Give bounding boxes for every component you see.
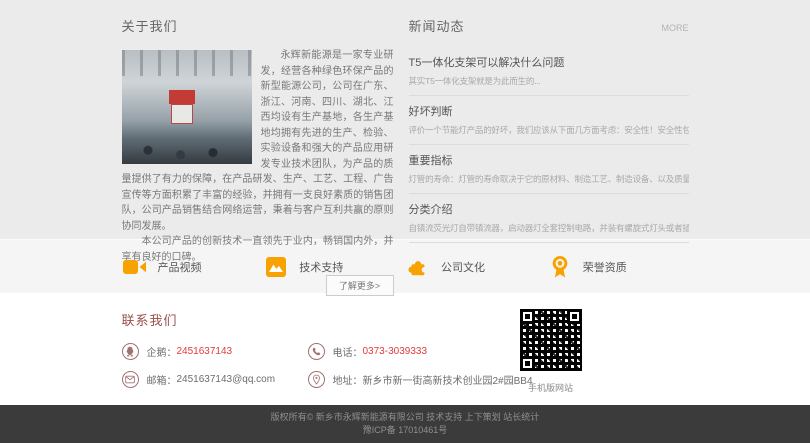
news-item[interactable]: 好坏判断 评价一个节能灯产品的好坏，我们应该从下面几方面考虑：安全性！安全性包括… xyxy=(409,96,689,145)
news-list: T5一体化支架可以解决什么问题 其实T5一体化支架就是为此而生的... 好坏判断… xyxy=(409,47,689,243)
picture-icon xyxy=(263,254,289,280)
contact-address: 地址： 新乡市新一街高新技术创业园2#园BB4 xyxy=(308,371,533,388)
feature-label: 技术支持 xyxy=(299,259,343,275)
news-item-title[interactable]: 分类介绍 xyxy=(409,201,689,217)
phone-icon xyxy=(308,343,325,360)
feature-label: 荣誉资质 xyxy=(583,259,627,275)
address-label: 地址： xyxy=(333,372,363,387)
envelope-icon xyxy=(122,371,139,388)
feature-label: 产品视频 xyxy=(158,259,202,275)
copyright-line: 版权所有© 新乡市永辉新能源有限公司 技术支持 上下策划 站长统计 xyxy=(0,411,810,424)
news-item-title[interactable]: T5一体化支架可以解决什么问题 xyxy=(409,54,689,70)
qr-code xyxy=(517,306,585,374)
news-title: 新闻动态 xyxy=(409,16,465,35)
feature-tech-support[interactable]: 技术支持 xyxy=(263,254,405,280)
footer: 版权所有© 新乡市永辉新能源有限公司 技术支持 上下策划 站长统计 豫ICP备 … xyxy=(0,405,810,443)
video-camera-icon xyxy=(122,254,148,280)
feature-company-culture[interactable]: 公司文化 xyxy=(405,254,547,280)
news-item-summary: 评价一个节能灯产品的好坏，我们应该从下面几方面考虑：安全性！安全性包括以下几个 xyxy=(409,124,689,136)
qr-finder-pattern xyxy=(520,356,535,371)
email-label: 邮箱： xyxy=(147,372,177,387)
qr-finder-pattern xyxy=(520,309,535,324)
feature-honors[interactable]: 荣誉资质 xyxy=(547,254,689,280)
photo-red-banner xyxy=(169,90,195,104)
news-item-title[interactable]: 好坏判断 xyxy=(409,103,689,119)
qr-finder-pattern xyxy=(567,309,582,324)
feature-product-video[interactable]: 产品视频 xyxy=(122,254,264,280)
news-item-summary: 自镇流荧光灯自带镇流器，启动器灯全套控制电路，并装有螺旋式灯头或者插口式灯头。 xyxy=(409,222,689,234)
address-text: 新乡市新一街高新技术创业园2#园BB4 xyxy=(363,372,533,387)
medal-icon xyxy=(547,254,573,280)
feature-label: 公司文化 xyxy=(441,259,485,275)
phone-label: 电话： xyxy=(333,344,363,359)
contact-title: 联系我们 xyxy=(122,310,689,329)
news-item-summary: 灯管的寿命：灯管的寿命取决于它的原材料、制造工艺、制造设备、以及质量控制及保证体… xyxy=(409,173,689,185)
photo-ceiling-pipes xyxy=(122,50,252,76)
icp-line: 豫ICP备 17010461号 xyxy=(0,424,810,437)
contact-phone: 电话： 0373-3039333 xyxy=(308,343,428,360)
qq-label: 企鹅： xyxy=(147,344,177,359)
photo-white-sign xyxy=(171,104,193,124)
qr-caption: 手机版网站 xyxy=(517,381,585,394)
news-item[interactable]: 重要指标 灯管的寿命：灯管的寿命取决于它的原材料、制造工艺、制造设备、以及质量控… xyxy=(409,145,689,194)
qq-number: 2451637143 xyxy=(177,346,233,357)
contact-qq: 企鹅： 2451637143 xyxy=(122,343,308,360)
news-item[interactable]: 分类介绍 自镇流荧光灯自带镇流器，启动器灯全套控制电路，并装有螺旋式灯头或者插口… xyxy=(409,194,689,243)
phone-number: 0373-3039333 xyxy=(363,346,428,357)
contact-email: 邮箱： 2451637143@qq.com xyxy=(122,371,308,388)
news-more-link[interactable]: MORE xyxy=(662,23,689,33)
contact-section: 联系我们 企鹅： 2451637143 电话： 0373-3039333 xyxy=(0,293,810,405)
news-item-title[interactable]: 重要指标 xyxy=(409,152,689,168)
qq-penguin-icon xyxy=(122,343,139,360)
puzzle-icon xyxy=(405,254,431,280)
factory-photo xyxy=(122,50,252,164)
top-section: 关于我们 永辉新能源是一家专业研发，经营各种绿色环保产品的新型能源公司，公司在广… xyxy=(0,0,810,239)
news-item[interactable]: T5一体化支架可以解决什么问题 其实T5一体化支架就是为此而生的... xyxy=(409,47,689,96)
location-pin-icon xyxy=(308,371,325,388)
email-address: 2451637143@qq.com xyxy=(177,374,276,385)
about-title: 关于我们 xyxy=(122,16,394,35)
news-item-summary: 其实T5一体化支架就是为此而生的... xyxy=(409,75,689,87)
